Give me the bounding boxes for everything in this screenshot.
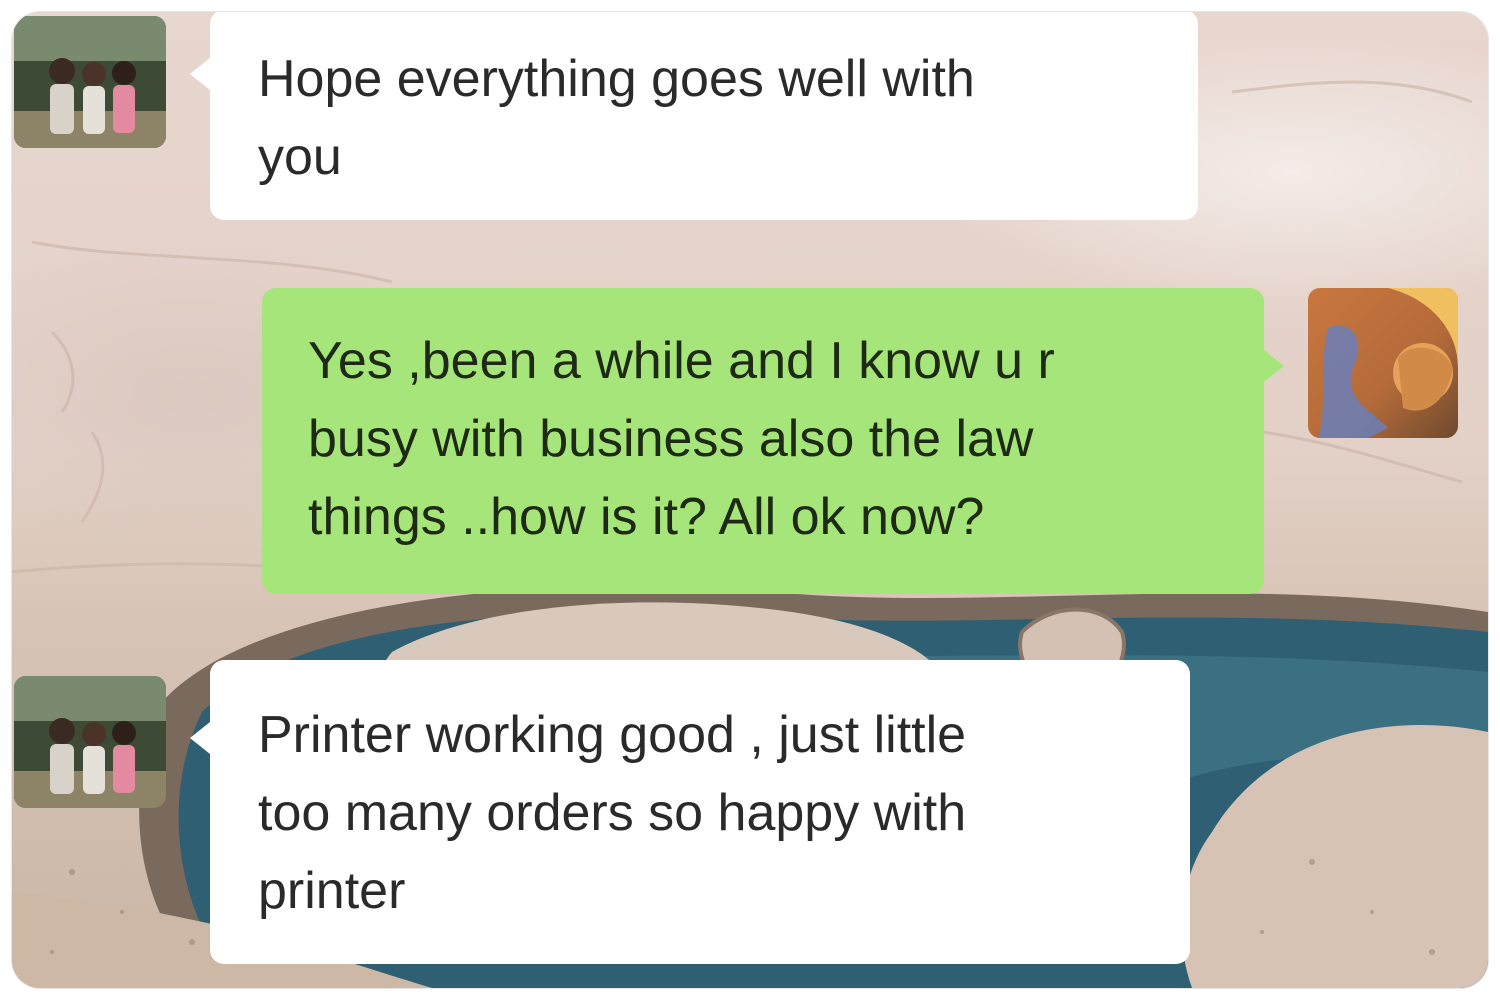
- contact-avatar[interactable]: [14, 16, 166, 148]
- outgoing-message[interactable]: Yes ,been a while and I know u r busy wi…: [262, 288, 1264, 594]
- message-line: Yes ,been a while and I know u r: [308, 332, 1055, 390]
- message-line: busy with business also the law: [308, 410, 1034, 468]
- bubble-tail: [190, 722, 210, 754]
- bubble-tail: [1264, 350, 1284, 382]
- user-avatar[interactable]: [1308, 288, 1458, 438]
- message-line: Hope everything goes well with: [258, 50, 975, 108]
- contact-photo-avatar-icon: [14, 16, 166, 148]
- message-line: things ..how is it? All ok now?: [308, 488, 985, 546]
- incoming-message[interactable]: Hope everything goes well with you: [210, 12, 1198, 220]
- bubble-tail: [190, 58, 210, 90]
- incoming-message[interactable]: Printer working good , just little too m…: [210, 660, 1190, 964]
- contact-avatar[interactable]: [14, 676, 166, 808]
- message-line: printer: [258, 862, 406, 920]
- message-line: Printer working good , just little: [258, 706, 967, 764]
- message-line: too many orders so happy with: [258, 784, 967, 842]
- message-line: you: [258, 128, 342, 186]
- chat-window: Hope everything goes well with you Yes ,…: [12, 12, 1488, 988]
- contact-photo-avatar-icon: [14, 676, 166, 808]
- user-avatar-icon: [1308, 288, 1458, 438]
